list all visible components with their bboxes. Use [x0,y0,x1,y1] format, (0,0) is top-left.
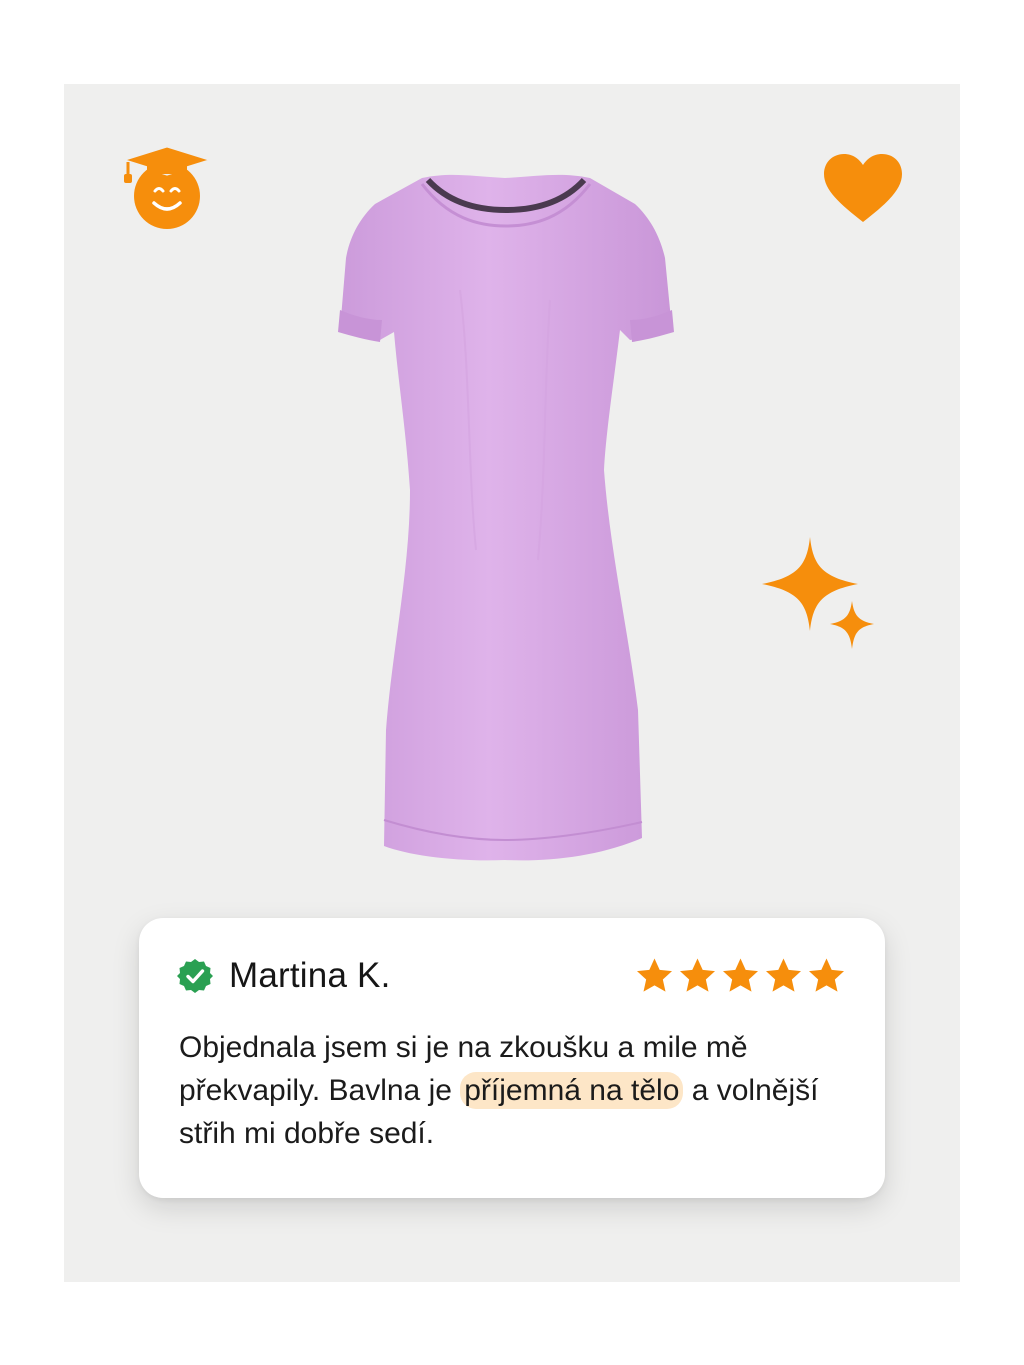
review-text: Objednala jsem si je na zkoušku a mile m… [179,1026,859,1155]
star-icon [680,958,715,992]
reviewer-name: Martina K. [229,956,391,995]
star-icon [723,958,758,992]
dress-product-image [338,174,674,861]
graduation-cap-smiley-icon [118,144,216,229]
review-highlight: příjemná na tělo [460,1072,684,1109]
star-icon [766,958,801,992]
verified-check-icon [177,959,213,993]
sparkles-icon [762,537,874,649]
star-icon [637,958,672,992]
star-icon [809,958,844,992]
star-rating [634,956,847,996]
heart-icon[interactable] [822,152,904,224]
review-card: Martina K. Objednala jsem si je na zkouš… [139,918,885,1198]
reviewer: Martina K. [177,954,391,998]
